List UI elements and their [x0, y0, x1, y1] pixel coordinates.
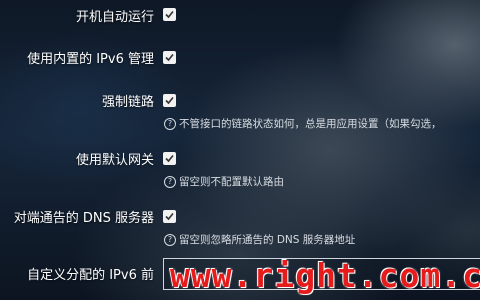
peer-dns-help: ? 留空则忽略所通告的 DNS 服务器地址 — [164, 232, 355, 247]
question-icon: ? — [164, 175, 176, 188]
site-watermark: www.right.com.c — [170, 256, 480, 295]
default-gateway-checkbox[interactable] — [163, 152, 176, 165]
builtin-ipv6-checkbox[interactable] — [163, 51, 176, 64]
check-icon — [165, 96, 174, 105]
default-gateway-help-text: 留空则不配置默认路由 — [179, 176, 284, 188]
builtin-ipv6-label: 使用内置的 IPv6 管理 — [27, 52, 154, 67]
force-link-label: 强制链路 — [101, 95, 154, 110]
check-icon — [165, 10, 174, 19]
desktop-background — [0, 0, 480, 300]
peer-dns-label: 对端通告的 DNS 服务器 — [13, 211, 154, 226]
force-link-checkbox[interactable] — [163, 94, 176, 107]
peer-dns-help-text: 留空则忽略所通告的 DNS 服务器地址 — [179, 234, 356, 246]
check-icon — [165, 212, 174, 221]
question-icon: ? — [164, 233, 176, 246]
force-link-help-text: 不管接口的链路状态如何，总是用应用设置（如果勾选， — [179, 118, 442, 130]
check-icon — [165, 154, 174, 163]
default-gateway-help: ? 留空则不配置默认路由 — [164, 174, 284, 189]
auto-run-label: 开机自动运行 — [75, 10, 154, 25]
force-link-help: ? 不管接口的链路状态如何，总是用应用设置（如果勾选， — [164, 116, 442, 131]
default-gateway-label: 使用默认网关 — [75, 153, 154, 168]
check-icon — [165, 53, 174, 62]
question-icon: ? — [164, 117, 176, 130]
peer-dns-checkbox[interactable] — [163, 210, 176, 223]
ipv6-assign-label: 自定义分配的 IPv6 前 — [27, 268, 154, 283]
auto-run-checkbox[interactable] — [163, 8, 176, 21]
